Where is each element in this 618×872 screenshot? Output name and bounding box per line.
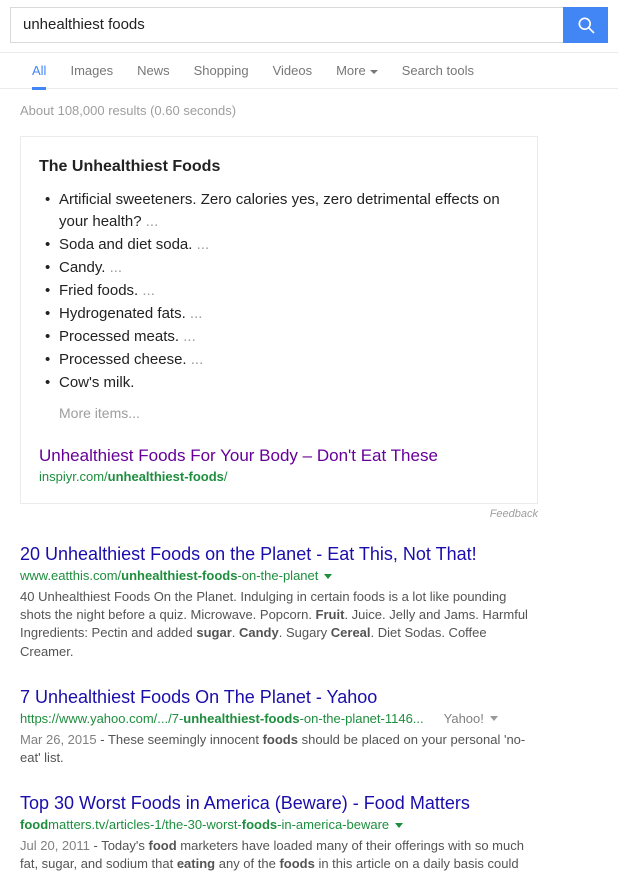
- list-item: Artificial sweeteners. Zero calories yes…: [45, 189, 519, 233]
- url-prefix: https://www.yahoo.com/.../7-: [20, 710, 184, 726]
- url-suffix: -on-the-planet-1146...: [299, 710, 424, 726]
- list-item: Fried foods. ...: [45, 280, 519, 302]
- featured-snippet-card: The Unhealthiest Foods Artificial sweete…: [20, 136, 538, 504]
- tab-shopping[interactable]: Shopping: [182, 53, 261, 89]
- result-stats: About 108,000 results (0.60 seconds): [20, 103, 237, 118]
- featured-snippet-title: The Unhealthiest Foods: [39, 158, 221, 175]
- list-item: Cow's milk.: [45, 372, 519, 394]
- url-suffix: /: [223, 469, 228, 484]
- list-item-ellipsis: ...: [190, 351, 204, 368]
- featured-snippet-link[interactable]: Unhealthiest Foods For Your Body – Don't…: [39, 445, 438, 467]
- tab-search-tools[interactable]: Search tools: [390, 53, 486, 89]
- url-highlight: foods: [241, 817, 278, 833]
- list-item-text: Artificial sweeteners. Zero calories yes…: [59, 191, 500, 230]
- search-result: 20 Unhealthiest Foods on the Planet - Ea…: [20, 542, 560, 661]
- result-date-sep: -: [96, 731, 108, 747]
- result-snippet: Mar 26, 2015 - These seemingly innocent …: [20, 731, 533, 767]
- result-url-row: https://www.yahoo.com/.../7-unhealthiest…: [20, 710, 560, 728]
- list-item-text: Candy.: [59, 259, 106, 276]
- list-item-ellipsis: ...: [189, 305, 203, 322]
- search-result: 7 Unhealthiest Foods On The Planet - Yah…: [20, 685, 560, 767]
- search-icon: [576, 15, 596, 35]
- list-item: Candy. ...: [45, 257, 519, 279]
- search-nav-tabs: All Images News Shopping Videos More Sea…: [0, 53, 618, 90]
- featured-snippet-list: Artificial sweeteners. Zero calories yes…: [39, 189, 519, 394]
- url-prefix: www.eatthis.com/: [20, 568, 122, 583]
- url-highlight: unhealthiest-foods: [107, 469, 224, 484]
- result-options-caret-icon[interactable]: [324, 573, 333, 579]
- list-item-text: Processed meats.: [59, 328, 180, 345]
- result-url: https://www.yahoo.com/.../7-unhealthiest…: [20, 710, 424, 728]
- url-prefix: inspiyr.com/: [39, 469, 108, 484]
- chevron-down-icon: [369, 69, 378, 74]
- result-title-link[interactable]: Top 30 Worst Foods in America (Beware) -…: [20, 791, 470, 815]
- list-item-ellipsis: ...: [183, 328, 196, 345]
- feedback-link[interactable]: Feedback: [20, 508, 538, 520]
- list-item-text: Soda and diet soda.: [59, 236, 193, 253]
- url-highlight: unhealthiest-foods: [183, 710, 300, 726]
- list-item: Soda and diet soda. ...: [45, 234, 519, 256]
- list-item: Processed meats. ...: [45, 326, 519, 348]
- result-date-sep: -: [89, 838, 102, 854]
- url-suffix: -on-the-planet: [237, 568, 319, 583]
- search-header: [0, 0, 618, 53]
- search-results-main: About 108,000 results (0.60 seconds) The…: [0, 89, 618, 872]
- organic-results: 20 Unhealthiest Foods on the Planet - Ea…: [20, 542, 560, 872]
- tab-videos[interactable]: Videos: [261, 53, 325, 89]
- tab-news[interactable]: News: [125, 53, 182, 89]
- result-title-link[interactable]: 7 Unhealthiest Foods On The Planet - Yah…: [20, 685, 377, 709]
- result-site-label: Yahoo!: [443, 710, 484, 726]
- url-highlight: unhealthiest-foods: [121, 568, 238, 583]
- list-item-ellipsis: ...: [142, 282, 155, 299]
- result-url-row: foodmatters.tv/articles-1/the-30-worst-f…: [20, 816, 560, 834]
- search-bar: [10, 7, 608, 43]
- result-options-caret-icon[interactable]: [395, 822, 404, 828]
- list-item-ellipsis: ...: [109, 259, 123, 276]
- result-url-row: www.eatthis.com/unhealthiest-foods-on-th…: [20, 567, 560, 585]
- result-url: foodmatters.tv/articles-1/the-30-worst-f…: [20, 816, 389, 834]
- featured-snippet: The Unhealthiest Foods Artificial sweete…: [20, 136, 538, 520]
- result-options-caret-icon[interactable]: [489, 716, 498, 722]
- search-result: Top 30 Worst Foods in America (Beware) -…: [20, 791, 560, 872]
- result-title-link[interactable]: 20 Unhealthiest Foods on the Planet - Ea…: [20, 542, 477, 566]
- more-items-label: More items...: [59, 405, 140, 421]
- search-input[interactable]: [11, 8, 563, 42]
- url-suffix: -in-america-beware: [277, 817, 390, 833]
- list-item: Hydrogenated fats. ...: [45, 303, 519, 325]
- search-button[interactable]: [563, 7, 608, 43]
- url-middle: matters.tv/articles-1/the-30-worst-: [48, 817, 242, 833]
- list-item-ellipsis: ...: [145, 213, 159, 230]
- result-date: Mar 26, 2015: [20, 731, 97, 747]
- tab-more-label: More: [336, 63, 366, 78]
- list-item-text: Processed cheese.: [59, 351, 187, 368]
- tab-more[interactable]: More: [324, 53, 390, 89]
- url-highlight-lead: food: [20, 817, 49, 833]
- result-date: Jul 20, 2011: [20, 838, 90, 854]
- featured-snippet-url: inspiyr.com/unhealthiest-foods/: [39, 468, 519, 485]
- list-item: Processed cheese. ...: [45, 349, 519, 371]
- result-url: www.eatthis.com/unhealthiest-foods-on-th…: [20, 567, 318, 585]
- featured-snippet-source: Unhealthiest Foods For Your Body – Don't…: [39, 445, 519, 485]
- tab-images[interactable]: Images: [58, 53, 125, 89]
- result-snippet: Jul 20, 2011 - Today's food marketers ha…: [20, 837, 533, 872]
- list-item-text: Hydrogenated fats.: [59, 305, 186, 322]
- list-item-text: Fried foods.: [59, 282, 139, 299]
- list-item-ellipsis: ...: [196, 236, 210, 253]
- search-input-container: [10, 7, 563, 43]
- result-snippet: 40 Unhealthiest Foods On the Planet. Ind…: [20, 589, 528, 659]
- list-item-text: Cow's milk.: [59, 374, 135, 391]
- tab-all[interactable]: All: [20, 53, 58, 90]
